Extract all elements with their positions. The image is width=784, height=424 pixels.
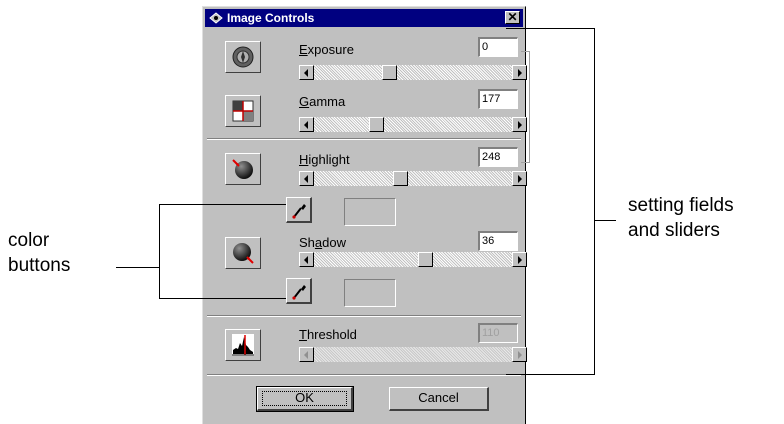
gamma-slider-left-button[interactable]: [299, 117, 314, 132]
highlight-icon-button[interactable]: [225, 153, 261, 185]
exposure-slider[interactable]: [299, 65, 527, 80]
shadow-field[interactable]: 36: [478, 231, 518, 251]
annotation-setting-fields-line2: and sliders: [628, 220, 720, 241]
gamma-icon: [232, 100, 254, 122]
arrow-left-icon: [304, 69, 308, 77]
threshold-icon: [232, 334, 254, 356]
threshold-slider[interactable]: [299, 347, 527, 362]
gamma-label: Gamma: [299, 94, 346, 109]
highlight-icon: [232, 159, 253, 179]
annotation-setting-fields: setting fields and sliders: [628, 193, 734, 243]
arrow-right-icon: [518, 351, 522, 359]
exposure-slider-thumb[interactable]: [381, 65, 397, 80]
arrow-right-icon: [518, 175, 522, 183]
shadow-color-button[interactable]: [286, 278, 312, 304]
image-controls-dialog: Image Controls ✕ Exposure 0 Gamma 177 Hi…: [202, 6, 530, 424]
exposure-icon: [232, 46, 254, 68]
highlight-slider-thumb[interactable]: [392, 171, 408, 186]
eyedropper-icon: [292, 204, 306, 219]
cancel-button[interactable]: Cancel: [389, 387, 489, 411]
arrow-left-icon: [304, 121, 308, 129]
exposure-slider-right-button[interactable]: [512, 65, 527, 80]
shadow-slider-left-button[interactable]: [299, 252, 314, 267]
shadow-color-swatch: [344, 279, 396, 307]
annotation-color-buttons-line2: buttons: [8, 255, 71, 276]
highlight-slider-left-button[interactable]: [299, 171, 314, 186]
callout-line: [159, 204, 286, 205]
eyedropper-icon: [292, 285, 306, 300]
highlight-slider-right-button[interactable]: [512, 171, 527, 186]
arrow-left-icon: [304, 175, 308, 183]
shadow-slider-right-button[interactable]: [512, 252, 527, 267]
gamma-slider-thumb[interactable]: [368, 117, 384, 132]
annotation-color-buttons: color buttons: [8, 228, 70, 278]
focus-rectangle: [262, 391, 347, 406]
highlight-label: Highlight: [299, 152, 350, 167]
window-title: Image Controls: [227, 11, 315, 25]
arrow-right-icon: [518, 256, 522, 264]
callout-line: [159, 204, 160, 299]
shadow-slider[interactable]: [299, 252, 527, 267]
shadow-slider-thumb[interactable]: [418, 252, 434, 267]
exposure-label: Exposure: [299, 42, 354, 57]
annotation-setting-fields-line1: setting fields: [628, 195, 734, 216]
gamma-field[interactable]: 177: [478, 89, 518, 109]
exposure-slider-left-button[interactable]: [299, 65, 314, 80]
callout-line: [594, 28, 595, 374]
cancel-button-label: Cancel: [418, 390, 459, 405]
eye-scan-icon: [209, 12, 223, 24]
shadow-label: Shadow: [299, 235, 346, 250]
close-button[interactable]: ✕: [505, 11, 520, 24]
callout-line: [159, 298, 286, 299]
highlight-color-button[interactable]: [286, 197, 312, 223]
arrow-right-icon: [518, 69, 522, 77]
threshold-label: Threshold: [299, 327, 357, 342]
gamma-slider[interactable]: [299, 117, 527, 132]
arrow-left-icon: [304, 351, 308, 359]
shadow-icon-button[interactable]: [225, 237, 261, 269]
highlight-color-swatch: [344, 198, 396, 226]
callout-line: [506, 28, 595, 29]
threshold-icon-button[interactable]: [225, 329, 261, 361]
arrow-right-icon: [518, 121, 522, 129]
shadow-icon: [233, 243, 254, 264]
separator: [207, 138, 521, 140]
annotation-color-buttons-line1: color: [8, 230, 50, 251]
callout-line: [594, 220, 616, 221]
highlight-field[interactable]: 248: [478, 147, 518, 167]
separator: [207, 315, 521, 317]
exposure-icon-button[interactable]: [225, 41, 261, 73]
gamma-icon-button[interactable]: [225, 95, 261, 127]
ok-button[interactable]: OK: [256, 386, 354, 412]
callout-line: [116, 267, 159, 268]
title-bar[interactable]: Image Controls ✕: [205, 9, 523, 27]
arrow-left-icon: [304, 256, 308, 264]
exposure-field[interactable]: 0: [478, 37, 518, 57]
threshold-slider-right-button[interactable]: [512, 347, 527, 362]
separator: [207, 374, 521, 376]
callout-line: [506, 374, 595, 375]
close-icon: ✕: [507, 10, 518, 24]
highlight-slider[interactable]: [299, 171, 527, 186]
threshold-slider-left-button[interactable]: [299, 347, 314, 362]
threshold-field[interactable]: 110: [478, 323, 518, 343]
gamma-slider-right-button[interactable]: [512, 117, 527, 132]
